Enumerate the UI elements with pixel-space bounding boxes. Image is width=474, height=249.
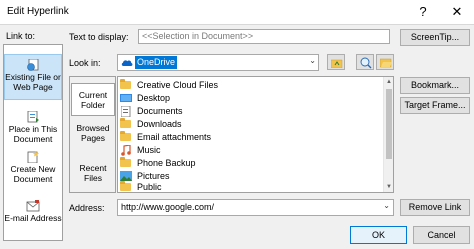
look-in-value: OneDrive (135, 56, 178, 69)
link-to-create-new-document[interactable]: Create New Document (4, 151, 62, 195)
link-to-create-new-document-label: Create New Document (10, 164, 56, 184)
browse-panel: Current Folder Browsed Pages Recent File… (69, 76, 116, 193)
up-folder-button[interactable] (327, 54, 345, 70)
title-bar (0, 0, 474, 24)
text-to-display-input[interactable]: <<Selection in Document>> (138, 29, 390, 44)
link-to-panel: Existing File or Web Page Place in This … (3, 44, 63, 241)
remove-link-button[interactable]: Remove Link (400, 199, 470, 216)
document-place-icon (26, 110, 40, 123)
folder-icon (120, 118, 131, 128)
screentip-button[interactable]: ScreenTip... (400, 29, 470, 46)
link-to-label: Link to: (6, 31, 36, 41)
help-button[interactable]: ? (412, 3, 434, 21)
text-to-display-value: <<Selection in Document>> (142, 31, 254, 41)
onedrive-cloud-icon (121, 58, 133, 69)
new-document-icon (26, 151, 40, 164)
browse-file-button[interactable] (376, 54, 394, 70)
email-icon (26, 200, 40, 212)
browsed-pages-tab[interactable]: Browsed Pages (71, 123, 115, 147)
window-title: Edit Hyperlink (7, 6, 69, 17)
folder-up-icon (330, 58, 343, 70)
link-to-existing-file-label: Existing File or Web Page (5, 72, 61, 92)
folder-icon (120, 131, 131, 141)
globe-page-icon (26, 58, 40, 71)
target-frame-button[interactable]: Target Frame... (400, 97, 470, 114)
look-in-select[interactable]: OneDrive ⌄ (117, 54, 319, 71)
chevron-down-icon: ⌄ (383, 201, 390, 210)
text-to-display-label: Text to display: (69, 32, 129, 42)
current-folder-tab[interactable]: Current Folder (71, 83, 115, 116)
close-button[interactable]: ✕ (446, 3, 468, 21)
ok-button[interactable]: OK (350, 226, 407, 244)
link-to-place-in-document-label: Place in This Document (8, 124, 58, 144)
chevron-down-icon: ⌄ (309, 56, 316, 65)
title-separator (0, 24, 474, 25)
address-input[interactable]: http://www.google.com/ ⌄ (117, 199, 394, 216)
vertical-scrollbar[interactable]: ▲ ▼ (383, 77, 393, 192)
folder-icon (120, 79, 131, 89)
scroll-down-icon[interactable]: ▼ (384, 182, 394, 192)
link-to-existing-file[interactable]: Existing File or Web Page (4, 54, 62, 100)
cancel-button[interactable]: Cancel (413, 226, 470, 244)
folder-icon (120, 181, 131, 191)
link-to-place-in-document[interactable]: Place in This Document (4, 110, 62, 151)
globe-search-icon (360, 57, 372, 71)
bookmark-button[interactable]: Bookmark... (400, 77, 470, 94)
address-value: http://www.google.com/ (121, 202, 215, 212)
link-to-email-address-label: E-mail Address (4, 213, 62, 223)
folder-icon (120, 157, 131, 167)
address-label: Address: (69, 203, 105, 213)
recent-files-tab[interactable]: Recent Files (71, 163, 115, 187)
file-list[interactable]: Creative Cloud Files Desktop Documents D… (117, 76, 394, 193)
scroll-thumb[interactable] (386, 89, 392, 159)
look-in-label: Look in: (69, 58, 101, 68)
scroll-up-icon[interactable]: ▲ (384, 77, 394, 87)
open-folder-icon (379, 58, 392, 70)
browse-web-button[interactable] (356, 54, 374, 70)
link-to-email-address[interactable]: E-mail Address (4, 200, 62, 240)
